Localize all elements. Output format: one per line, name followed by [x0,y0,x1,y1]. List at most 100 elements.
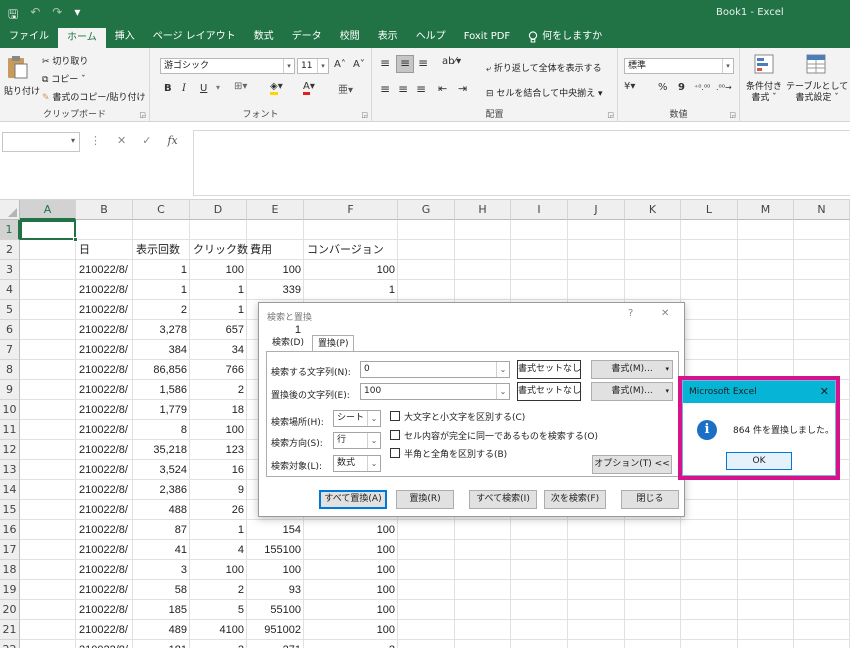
cell[interactable] [568,280,625,300]
date-cell[interactable]: 210022/8/ [76,340,133,360]
phonetic-guide-icon[interactable]: 亜▾ [338,81,353,96]
cell[interactable] [681,600,738,620]
value-cell[interactable]: 657 [190,320,247,340]
row-header-4[interactable]: 4 [0,280,20,300]
bold-button[interactable]: B [164,83,172,94]
shrink-font-button[interactable]: A˅ [353,59,365,70]
cell[interactable] [455,220,511,240]
insert-function-icon[interactable]: fx [167,134,177,147]
name-box[interactable]: ▾ [2,132,80,152]
value-cell[interactable]: 951002 [247,620,304,640]
column-header-h[interactable]: H [455,200,511,220]
close-button[interactable]: 閉じる [621,490,679,509]
number-format-select[interactable]: 標準 ▾ [624,58,734,74]
cell[interactable] [455,560,511,580]
format-painter-button[interactable]: ✎ 書式のコピー/貼り付け [42,90,145,103]
cell[interactable] [511,220,568,240]
row-header-15[interactable]: 15 [0,500,20,520]
cell[interactable] [511,560,568,580]
row-header-22[interactable]: 22 [0,640,20,648]
cell[interactable] [455,260,511,280]
cell[interactable] [738,240,794,260]
cell[interactable] [455,640,511,648]
cell[interactable] [794,500,850,520]
cell[interactable] [76,220,133,240]
tab-data[interactable]: データ [283,26,331,48]
cell[interactable] [794,600,850,620]
cell[interactable] [20,460,76,480]
look-in-select[interactable]: 数式 ⌄ [333,455,381,472]
cell[interactable] [794,480,850,500]
value-cell[interactable]: 100 [304,520,398,540]
value-cell[interactable]: 9 [190,480,247,500]
formula-input[interactable] [193,130,850,196]
value-cell[interactable]: 100 [247,560,304,580]
close-icon[interactable]: ✕ [820,381,829,403]
merge-center-button[interactable]: ⊟ セルを結合して中央揃え ▾ [486,86,603,99]
row-header-12[interactable]: 12 [0,440,20,460]
find-next-button[interactable]: 次を検索(F) [544,490,606,509]
value-cell[interactable]: 100 [190,420,247,440]
row-header-2[interactable]: 2 [0,240,20,260]
date-cell[interactable]: 210022/8/ [76,620,133,640]
date-cell[interactable]: 210022/8/ [76,300,133,320]
cell[interactable] [20,540,76,560]
value-cell[interactable]: 384 [133,340,190,360]
value-cell[interactable]: 100 [304,540,398,560]
tab-review[interactable]: 校閲 [331,26,369,48]
cell[interactable] [20,380,76,400]
row-header-14[interactable]: 14 [0,480,20,500]
value-cell[interactable]: 18 [190,400,247,420]
cell[interactable] [568,580,625,600]
cell[interactable] [511,640,568,648]
tab-foxit-pdf[interactable]: Foxit PDF [455,26,519,48]
align-top-icon[interactable]: ≡ [380,56,390,70]
format-as-table-icon[interactable] [806,54,826,77]
cell[interactable] [794,560,850,580]
value-cell[interactable]: 55100 [247,600,304,620]
cell[interactable] [681,280,738,300]
cell[interactable] [511,600,568,620]
align-bottom-icon[interactable]: ≡ [418,56,428,70]
row-header-8[interactable]: 8 [0,360,20,380]
cell[interactable] [738,520,794,540]
value-cell[interactable]: 5 [190,600,247,620]
cell[interactable] [455,600,511,620]
cell[interactable] [20,260,76,280]
paste-button[interactable]: 貼り付け [4,84,40,97]
cell[interactable] [398,640,455,648]
tab-replace[interactable]: 置換(P) [312,335,355,352]
replace-format-button[interactable]: 書式(M)... ▾ [591,382,673,401]
font-color-icon[interactable]: A▾ [303,81,315,95]
cell[interactable] [398,220,455,240]
cell[interactable] [398,540,455,560]
row-header-13[interactable]: 13 [0,460,20,480]
cell[interactable] [511,280,568,300]
column-header-f[interactable]: F [304,200,398,220]
value-cell[interactable]: 2,386 [133,480,190,500]
row-header-3[interactable]: 3 [0,260,20,280]
value-cell[interactable]: 100 [304,260,398,280]
column-header-a[interactable]: A [20,200,76,220]
header-cell-d[interactable]: クリック数 [190,240,248,260]
value-cell[interactable]: 1 [247,320,304,340]
active-cell-a1[interactable] [20,220,78,242]
row-header-11[interactable]: 11 [0,420,20,440]
cell[interactable] [20,440,76,460]
cell[interactable] [681,640,738,648]
cell[interactable] [568,600,625,620]
cell[interactable] [398,280,455,300]
replace-all-button[interactable]: すべて置換(A) [319,490,387,509]
cell[interactable] [398,560,455,580]
column-header-n[interactable]: N [794,200,850,220]
cell[interactable] [20,340,76,360]
value-cell[interactable]: 1 [190,280,247,300]
tab-insert[interactable]: 挿入 [106,26,144,48]
cell[interactable] [20,620,76,640]
cell[interactable] [738,320,794,340]
cell[interactable] [681,520,738,540]
cell[interactable] [794,300,850,320]
cell[interactable] [511,240,568,260]
cell[interactable] [681,540,738,560]
column-header-g[interactable]: G [398,200,455,220]
